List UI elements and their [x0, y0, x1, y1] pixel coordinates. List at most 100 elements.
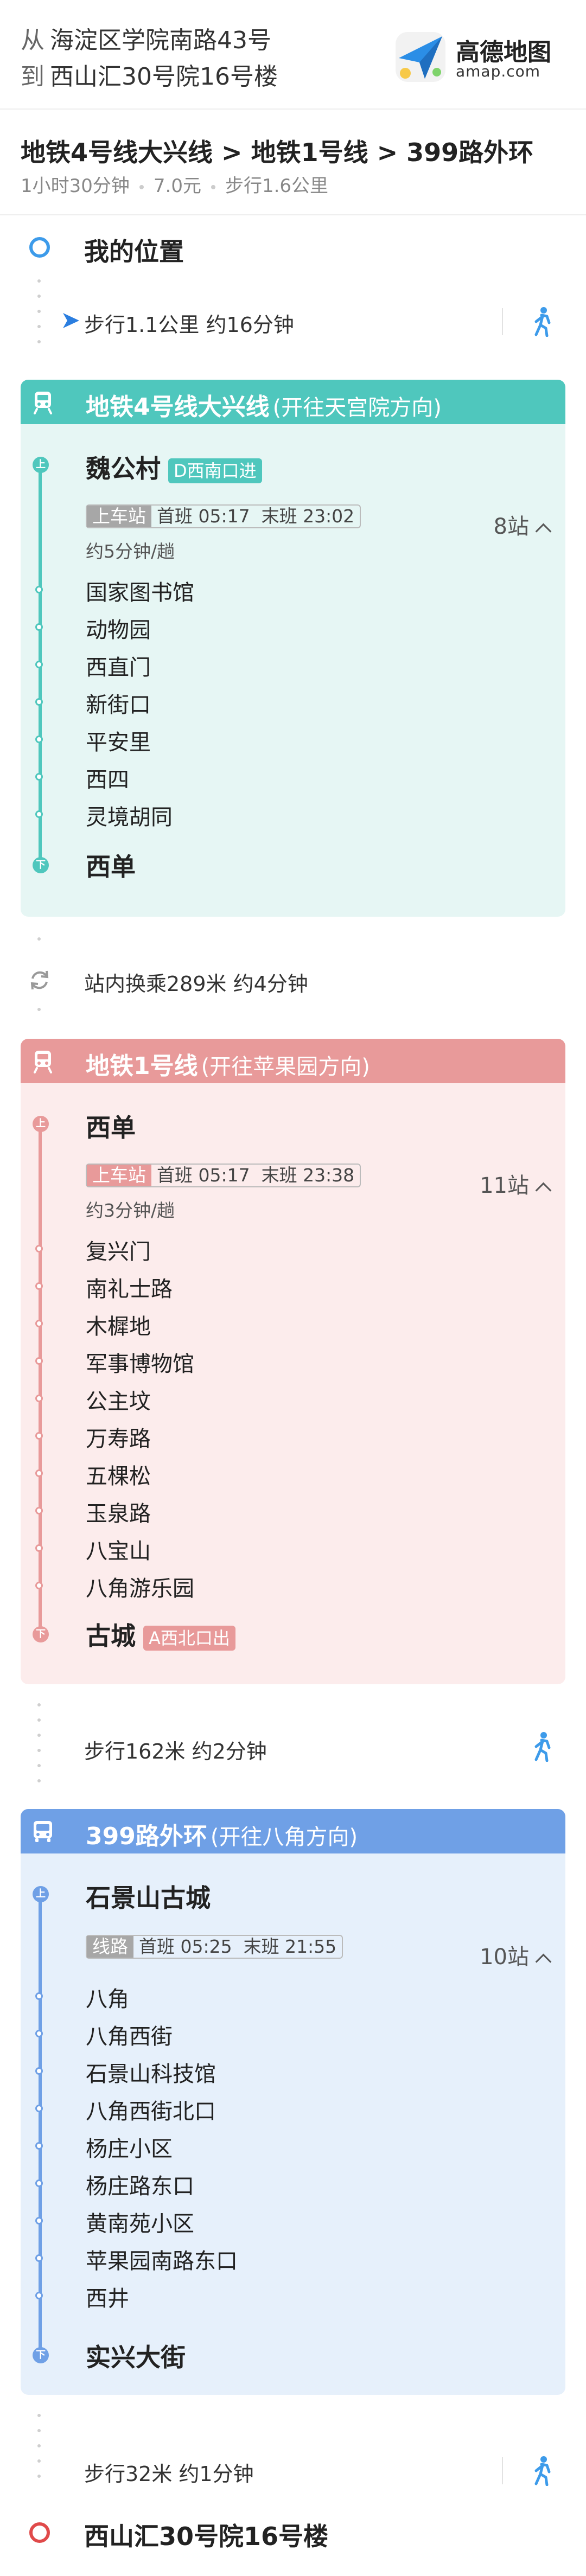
from-line: 从海淀区学院南路43号 [21, 21, 271, 55]
to-line: 到西山汇30号院16号楼 [21, 57, 278, 92]
schedule-info: 上车站 首班 05:17 末班 23:38 [86, 1164, 361, 1187]
schedule-label: 上车站 [87, 1165, 151, 1186]
line-label: 地铁4号线大兴线 [86, 393, 270, 421]
stop-dot [35, 1282, 43, 1290]
bus-segment-399[interactable]: 399路外环 (开往八角方向) 上 下 石景山古城 线路 首班 05:25 末班 2… [21, 1809, 565, 2395]
intermediate-stop: 万寿路 [86, 1427, 151, 1452]
stop-dot [35, 773, 43, 781]
stop-dot [35, 586, 43, 593]
bus-icon [30, 1819, 55, 1844]
end-ring-icon [28, 2521, 51, 2544]
transfer-step: 站内换乘289米 约4分钟 [84, 972, 308, 996]
stops-toggle[interactable]: 10站 [480, 1939, 552, 1971]
first-train: 首班 05:17 [157, 506, 250, 527]
walk-step-1: 步行1.1公里 约16分钟 [84, 313, 294, 337]
from-prefix: 从 [21, 27, 44, 54]
schedule-label: 线路 [87, 1936, 133, 1958]
chevron-up-icon [535, 1182, 552, 1199]
walk-step-2: 步行162米 约2分钟 [84, 1740, 267, 1763]
alight-station: 西单 [86, 852, 136, 881]
stop-dot [35, 623, 43, 631]
stops-toggle[interactable]: 8站 [494, 509, 552, 540]
board-cap: 上 [33, 1886, 49, 1902]
walk-dots [37, 1703, 41, 1794]
intermediate-stop: 南礼士路 [86, 1277, 173, 1302]
walk-divider [502, 308, 503, 335]
line-direction: (开往八角方向) [210, 1825, 358, 1850]
subway-segment-line4[interactable]: 地铁4号线大兴线 (开往天宫院方向) 上 下 魏公村 D西南口进 上车站 首班 05:… [21, 380, 565, 917]
walk-distance: 步行1.6公里 [225, 175, 329, 197]
route-summary-meta: 1小时30分钟 7.0元 步行1.6公里 [21, 171, 328, 197]
exit-tag: A西北口出 [143, 1625, 235, 1651]
subway-segment-line1[interactable]: 地铁1号线 (开往苹果园方向) 上 下 西单 上车站 首班 05:17 末班 23:… [21, 1039, 565, 1684]
stops-toggle[interactable]: 11站 [480, 1168, 552, 1199]
stop-dot [35, 1469, 43, 1477]
intermediate-stop: 玉泉路 [86, 1501, 151, 1526]
board-station: 魏公村 D西南口进 [86, 449, 262, 485]
intermediate-stop: 杨庄小区 [86, 2137, 173, 2162]
intermediate-stop: 黄南苑小区 [86, 2211, 194, 2236]
entrance-tag: D西南口进 [168, 458, 262, 483]
amap-logo-icon [393, 30, 448, 84]
stop-dot [35, 1544, 43, 1552]
stop-dot [35, 1992, 43, 2000]
intermediate-stop: 新街口 [86, 693, 151, 718]
subway-icon [30, 389, 55, 414]
duration: 1小时30分钟 [21, 175, 130, 197]
alight-cap: 下 [33, 2347, 49, 2363]
intermediate-stop: 八宝山 [86, 1539, 151, 1564]
walker-icon[interactable] [531, 1731, 555, 1762]
last-train: 末班 23:38 [261, 1165, 355, 1186]
intermediate-stop: 苹果园南路东口 [86, 2249, 238, 2274]
stop-dot [35, 2030, 43, 2037]
line-label: 地铁1号线 [86, 1052, 198, 1080]
intermediate-stop: 西四 [86, 768, 129, 792]
stop-dot [35, 2217, 43, 2225]
intermediate-stop: 西井 [86, 2286, 129, 2311]
intermediate-stop: 灵境胡同 [86, 805, 173, 830]
start-location: 我的位置 [84, 237, 184, 266]
subway-icon [30, 1049, 55, 1073]
last-bus: 末班 21:55 [243, 1936, 337, 1957]
board-cap: 上 [33, 1116, 49, 1132]
first-bus: 首班 05:25 [139, 1936, 232, 1957]
header-divider [0, 108, 586, 110]
stop-dot [35, 810, 43, 818]
route-track [39, 1896, 42, 2354]
schedule-label: 上车站 [87, 506, 151, 527]
stop-dot [35, 1245, 43, 1252]
board-cap: 上 [33, 457, 49, 473]
last-train: 末班 23:02 [261, 506, 355, 527]
summary-divider [0, 214, 586, 215]
walker-icon[interactable] [531, 306, 555, 337]
intermediate-stop: 五棵松 [86, 1464, 151, 1489]
intermediate-stop: 动物园 [86, 618, 151, 643]
stop-dot [35, 1507, 43, 1514]
from-address: 海淀区学院南路43号 [50, 27, 271, 54]
alight-station: 实兴大街 [86, 2343, 186, 2372]
intermediate-stop: 八角西街 [86, 2024, 173, 2049]
intermediate-stop: 公主坟 [86, 1389, 151, 1414]
stop-dot [35, 1582, 43, 1589]
meta-dot [211, 184, 215, 189]
walk-step-3: 步行32米 约1分钟 [84, 2462, 254, 2486]
stop-dot [35, 1320, 43, 1327]
route-summary-title: 地铁4号线大兴线 > 地铁1号线 > 399路外环 [21, 138, 534, 167]
stops-count: 10站 [480, 1945, 529, 1970]
alight-station: 古城 A西北口出 [86, 1616, 235, 1652]
board-station-name: 魏公村 [86, 454, 161, 483]
line-name: 地铁4号线大兴线 (开往天宫院方向) [86, 387, 442, 422]
stop-dot [35, 2254, 43, 2262]
price: 7.0元 [153, 175, 201, 197]
chevron-up-icon [535, 1953, 552, 1970]
schedule-info: 线路 首班 05:25 末班 21:55 [86, 1935, 343, 1959]
alight-cap: 下 [33, 857, 49, 873]
walker-icon[interactable] [531, 2456, 555, 2486]
to-prefix: 到 [21, 63, 44, 91]
intermediate-stop: 木樨地 [86, 1314, 151, 1339]
line-label: 399路外环 [86, 1823, 207, 1850]
intermediate-stop: 平安里 [86, 730, 151, 755]
walk-dots [37, 279, 41, 355]
intermediate-stop: 八角游乐园 [86, 1576, 194, 1601]
line-name: 399路外环 (开往八角方向) [86, 1817, 358, 1851]
